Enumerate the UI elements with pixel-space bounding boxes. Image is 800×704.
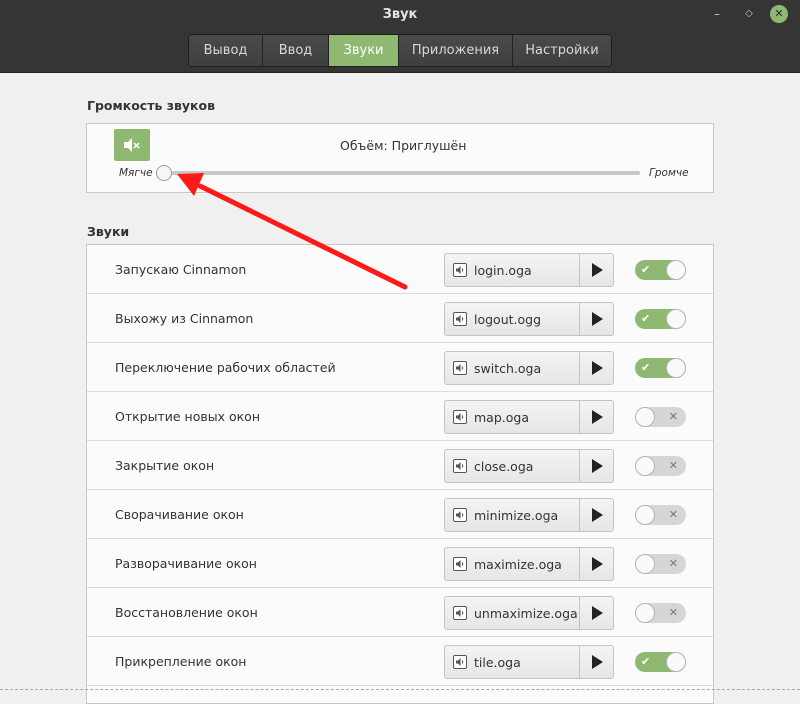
bottom-edge: [0, 689, 800, 690]
red-annotation-arrow: [177, 173, 408, 290]
